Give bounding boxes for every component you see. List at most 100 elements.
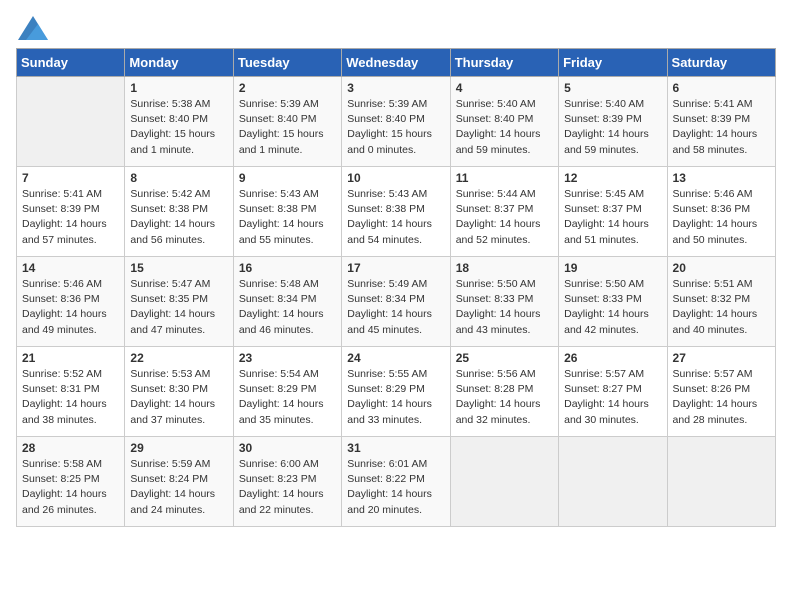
calendar-week-5: 28Sunrise: 5:58 AMSunset: 8:25 PMDayligh… (17, 437, 776, 527)
day-info: Sunrise: 5:54 AMSunset: 8:29 PMDaylight:… (239, 367, 336, 428)
day-info: Sunrise: 5:57 AMSunset: 8:26 PMDaylight:… (673, 367, 770, 428)
calendar-cell: 10 Sunrise: 5:43 AMSunset: 8:38 PMDayligh… (342, 167, 450, 257)
day-info: Sunrise: 5:38 AMSunset: 8:40 PMDaylight:… (130, 97, 227, 158)
day-info: Sunrise: 5:53 AMSunset: 8:30 PMDaylight:… (130, 367, 227, 428)
calendar-cell: 20 Sunrise: 5:51 AMSunset: 8:32 PMDayligh… (667, 257, 775, 347)
day-number: 19 (564, 261, 661, 275)
page-header (16, 16, 776, 40)
day-info: Sunrise: 5:50 AMSunset: 8:33 PMDaylight:… (564, 277, 661, 338)
day-number: 24 (347, 351, 444, 365)
calendar-cell: 28Sunrise: 5:58 AMSunset: 8:25 PMDayligh… (17, 437, 125, 527)
day-info: Sunrise: 5:39 AMSunset: 8:40 PMDaylight:… (239, 97, 336, 158)
day-number: 1 (130, 81, 227, 95)
calendar-cell (667, 437, 775, 527)
day-number: 21 (22, 351, 119, 365)
day-info: Sunrise: 5:40 AMSunset: 8:40 PMDaylight:… (456, 97, 553, 158)
day-number: 22 (130, 351, 227, 365)
day-info: Sunrise: 5:46 AMSunset: 8:36 PMDaylight:… (22, 277, 119, 338)
calendar-cell: 24 Sunrise: 5:55 AMSunset: 8:29 PMDayligh… (342, 347, 450, 437)
calendar-cell: 29 Sunrise: 5:59 AMSunset: 8:24 PMDayligh… (125, 437, 233, 527)
day-info: Sunrise: 5:42 AMSunset: 8:38 PMDaylight:… (130, 187, 227, 248)
day-info: Sunrise: 5:44 AMSunset: 8:37 PMDaylight:… (456, 187, 553, 248)
day-info: Sunrise: 5:41 AMSunset: 8:39 PMDaylight:… (22, 187, 119, 248)
day-info: Sunrise: 5:59 AMSunset: 8:24 PMDaylight:… (130, 457, 227, 518)
day-info: Sunrise: 5:57 AMSunset: 8:27 PMDaylight:… (564, 367, 661, 428)
day-info: Sunrise: 5:49 AMSunset: 8:34 PMDaylight:… (347, 277, 444, 338)
calendar-cell (17, 77, 125, 167)
day-number: 30 (239, 441, 336, 455)
calendar-cell: 22 Sunrise: 5:53 AMSunset: 8:30 PMDayligh… (125, 347, 233, 437)
day-number: 5 (564, 81, 661, 95)
day-number: 16 (239, 261, 336, 275)
calendar-cell: 3 Sunrise: 5:39 AMSunset: 8:40 PMDaylight… (342, 77, 450, 167)
weekday-header-saturday: Saturday (667, 49, 775, 77)
logo-icon (18, 16, 48, 40)
weekday-header-friday: Friday (559, 49, 667, 77)
calendar-cell: 19 Sunrise: 5:50 AMSunset: 8:33 PMDayligh… (559, 257, 667, 347)
calendar-cell: 1 Sunrise: 5:38 AMSunset: 8:40 PMDaylight… (125, 77, 233, 167)
calendar-body: 1 Sunrise: 5:38 AMSunset: 8:40 PMDaylight… (17, 77, 776, 527)
calendar-cell: 26 Sunrise: 5:57 AMSunset: 8:27 PMDayligh… (559, 347, 667, 437)
calendar-cell: 4 Sunrise: 5:40 AMSunset: 8:40 PMDaylight… (450, 77, 558, 167)
day-number: 6 (673, 81, 770, 95)
day-info: Sunrise: 5:52 AMSunset: 8:31 PMDaylight:… (22, 367, 119, 428)
day-number: 31 (347, 441, 444, 455)
calendar-cell: 30 Sunrise: 6:00 AMSunset: 8:23 PMDayligh… (233, 437, 341, 527)
calendar-cell: 9 Sunrise: 5:43 AMSunset: 8:38 PMDaylight… (233, 167, 341, 257)
day-info: Sunrise: 5:50 AMSunset: 8:33 PMDaylight:… (456, 277, 553, 338)
calendar-cell: 17 Sunrise: 5:49 AMSunset: 8:34 PMDayligh… (342, 257, 450, 347)
day-number: 13 (673, 171, 770, 185)
weekday-header-thursday: Thursday (450, 49, 558, 77)
day-number: 25 (456, 351, 553, 365)
calendar-cell: 27 Sunrise: 5:57 AMSunset: 8:26 PMDayligh… (667, 347, 775, 437)
day-info: Sunrise: 5:47 AMSunset: 8:35 PMDaylight:… (130, 277, 227, 338)
calendar-cell (450, 437, 558, 527)
calendar-cell: 25 Sunrise: 5:56 AMSunset: 8:28 PMDayligh… (450, 347, 558, 437)
day-info: Sunrise: 5:56 AMSunset: 8:28 PMDaylight:… (456, 367, 553, 428)
day-number: 15 (130, 261, 227, 275)
day-info: Sunrise: 5:40 AMSunset: 8:39 PMDaylight:… (564, 97, 661, 158)
weekday-header-sunday: Sunday (17, 49, 125, 77)
calendar-cell (559, 437, 667, 527)
weekday-header-monday: Monday (125, 49, 233, 77)
calendar-cell: 15 Sunrise: 5:47 AMSunset: 8:35 PMDayligh… (125, 257, 233, 347)
calendar-week-4: 21 Sunrise: 5:52 AMSunset: 8:31 PMDayligh… (17, 347, 776, 437)
calendar-cell: 6 Sunrise: 5:41 AMSunset: 8:39 PMDaylight… (667, 77, 775, 167)
calendar-cell: 13 Sunrise: 5:46 AMSunset: 8:36 PMDayligh… (667, 167, 775, 257)
day-info: Sunrise: 6:00 AMSunset: 8:23 PMDaylight:… (239, 457, 336, 518)
day-info: Sunrise: 5:46 AMSunset: 8:36 PMDaylight:… (673, 187, 770, 248)
weekday-header-tuesday: Tuesday (233, 49, 341, 77)
calendar-cell: 11 Sunrise: 5:44 AMSunset: 8:37 PMDayligh… (450, 167, 558, 257)
day-number: 11 (456, 171, 553, 185)
day-number: 12 (564, 171, 661, 185)
day-number: 26 (564, 351, 661, 365)
day-number: 27 (673, 351, 770, 365)
day-number: 10 (347, 171, 444, 185)
day-info: Sunrise: 5:48 AMSunset: 8:34 PMDaylight:… (239, 277, 336, 338)
calendar-cell: 14 Sunrise: 5:46 AMSunset: 8:36 PMDayligh… (17, 257, 125, 347)
calendar-cell: 7 Sunrise: 5:41 AMSunset: 8:39 PMDaylight… (17, 167, 125, 257)
day-info: Sunrise: 6:01 AMSunset: 8:22 PMDaylight:… (347, 457, 444, 518)
calendar-table: SundayMondayTuesdayWednesdayThursdayFrid… (16, 48, 776, 527)
day-number: 20 (673, 261, 770, 275)
day-number: 17 (347, 261, 444, 275)
day-number: 29 (130, 441, 227, 455)
day-number: 14 (22, 261, 119, 275)
day-number: 9 (239, 171, 336, 185)
day-info: Sunrise: 5:55 AMSunset: 8:29 PMDaylight:… (347, 367, 444, 428)
day-info: Sunrise: 5:39 AMSunset: 8:40 PMDaylight:… (347, 97, 444, 158)
calendar-cell: 23 Sunrise: 5:54 AMSunset: 8:29 PMDayligh… (233, 347, 341, 437)
day-number: 3 (347, 81, 444, 95)
day-number: 4 (456, 81, 553, 95)
day-number: 23 (239, 351, 336, 365)
day-number: 28 (22, 441, 119, 455)
calendar-cell: 31 Sunrise: 6:01 AMSunset: 8:22 PMDayligh… (342, 437, 450, 527)
calendar-cell: 12Sunrise: 5:45 AMSunset: 8:37 PMDayligh… (559, 167, 667, 257)
day-number: 7 (22, 171, 119, 185)
calendar-header: SundayMondayTuesdayWednesdayThursdayFrid… (17, 49, 776, 77)
day-info: Sunrise: 5:43 AMSunset: 8:38 PMDaylight:… (239, 187, 336, 248)
day-info: Sunrise: 5:41 AMSunset: 8:39 PMDaylight:… (673, 97, 770, 158)
day-info: Sunrise: 5:43 AMSunset: 8:38 PMDaylight:… (347, 187, 444, 248)
calendar-cell: 5 Sunrise: 5:40 AMSunset: 8:39 PMDaylight… (559, 77, 667, 167)
day-info: Sunrise: 5:51 AMSunset: 8:32 PMDaylight:… (673, 277, 770, 338)
